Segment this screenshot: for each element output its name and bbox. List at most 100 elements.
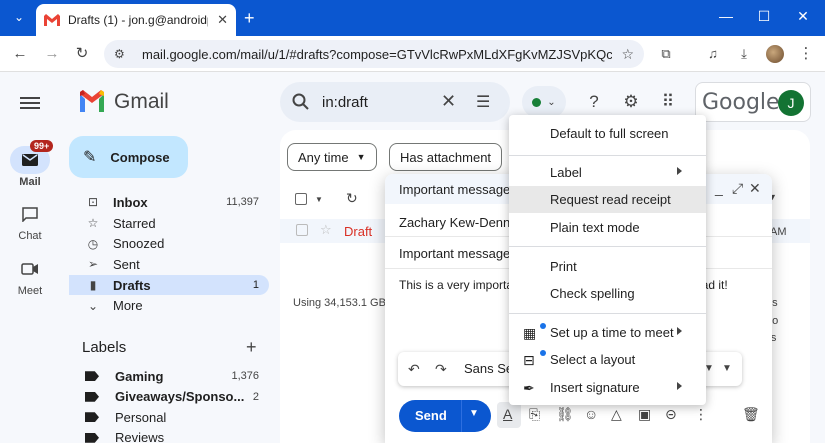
label-tag-icon: [85, 432, 99, 443]
discard-trash-icon[interactable]: 🗑: [742, 406, 760, 423]
downloads-icon[interactable]: ⤓: [735, 45, 753, 63]
window-close-icon[interactable]: ✕: [793, 8, 813, 25]
clear-search-icon[interactable]: ✕: [441, 91, 456, 112]
label-tag-icon: [85, 371, 99, 382]
label-item[interactable]: Reviews: [69, 428, 269, 443]
send-button[interactable]: Send ▼: [399, 400, 491, 432]
calendar-icon: ▦: [523, 325, 537, 341]
forward-arrow-icon[interactable]: →: [42, 44, 62, 64]
label-item[interactable]: Giveaways/Sponso... 2: [69, 387, 269, 408]
menu-item-full-screen[interactable]: Default to full screen: [509, 120, 706, 147]
settings-gear-icon[interactable]: ⚙: [621, 92, 641, 112]
insert-link-icon[interactable]: ⛓: [556, 406, 574, 423]
confidential-lock-icon[interactable]: ⊝: [665, 406, 677, 423]
google-account-box[interactable]: Google J: [695, 82, 811, 122]
menu-item-label-submenu[interactable]: Label: [509, 159, 706, 186]
browser-tab[interactable]: Drafts (1) - jon.g@androidpolic ✕: [36, 4, 236, 36]
menu-item-print[interactable]: Print: [509, 253, 706, 280]
menu-item-select-layout[interactable]: ⊟ Select a layout: [509, 346, 706, 373]
more-options-kebab-icon[interactable]: ⋮: [694, 406, 708, 423]
folder-label: Snoozed: [113, 236, 165, 252]
more-options-menu: Default to full screen Label Request rea…: [509, 115, 706, 405]
folder-inbox[interactable]: ⊡ Inbox 11,397: [69, 192, 269, 213]
rail-meet[interactable]: Meet: [8, 255, 52, 297]
menu-item-plain-text-mode[interactable]: Plain text mode: [509, 214, 706, 241]
filter-any-time[interactable]: Any time ▼: [287, 143, 377, 171]
folder-count: 11,397: [226, 196, 259, 209]
status-indicator[interactable]: ⌄: [522, 86, 566, 118]
media-control-icon[interactable]: ♫: [704, 45, 722, 63]
recipient-field[interactable]: Zachary Kew-Dennis: [399, 215, 520, 230]
insert-photo-icon[interactable]: ▣: [638, 406, 651, 423]
status-active-dot: [532, 97, 542, 107]
close-compose-icon[interactable]: ✕: [749, 180, 761, 197]
folder-sent[interactable]: ➢ Sent: [69, 254, 269, 275]
label-item[interactable]: Personal: [69, 407, 269, 428]
extensions-puzzle-icon[interactable]: ⧉: [657, 45, 675, 63]
menu-item-insert-signature[interactable]: ✒ Insert signature: [509, 374, 706, 401]
minimize-compose-icon[interactable]: _: [715, 180, 723, 196]
new-tab-button[interactable]: +: [244, 8, 255, 28]
browser-menu-kebab-icon[interactable]: ⋮: [797, 45, 815, 63]
compose-button[interactable]: ✎ Compose: [69, 136, 188, 178]
submenu-arrow-icon: [677, 167, 682, 175]
redo-icon[interactable]: ↷: [435, 361, 447, 378]
label-count: 2: [252, 390, 259, 403]
emoji-icon[interactable]: ☺: [584, 406, 598, 422]
minimize-icon[interactable]: —: [716, 8, 736, 24]
undo-icon[interactable]: ↶: [408, 361, 420, 378]
select-all-checkbox[interactable]: [295, 193, 307, 205]
bookmark-star-icon[interactable]: ☆: [621, 46, 634, 63]
schedule-send-caret-icon[interactable]: ▼: [469, 408, 479, 419]
account-avatar[interactable]: J: [778, 90, 804, 116]
row-star-icon[interactable]: ☆: [320, 222, 332, 238]
drive-icon[interactable]: △: [611, 406, 622, 423]
menu-item-label: Request read receipt: [550, 192, 671, 207]
add-label-plus-icon[interactable]: +: [246, 337, 257, 358]
body-text-start[interactable]: This is a very importar: [399, 278, 517, 292]
folder-snoozed[interactable]: ◷ Snoozed: [69, 233, 269, 254]
filter-has-attachment[interactable]: Has attachment: [389, 143, 503, 171]
menu-item-label: Plain text mode: [550, 220, 640, 235]
subject-field[interactable]: Important message!: [399, 246, 514, 261]
browser-profile-avatar[interactable]: [766, 45, 784, 63]
back-arrow-icon[interactable]: ←: [10, 44, 30, 64]
menu-item-set-up-meeting[interactable]: ▦ Set up a time to meet: [509, 319, 706, 346]
layout-icon: ⊟: [523, 352, 535, 368]
rail-chat[interactable]: Chat: [8, 200, 52, 242]
select-dropdown-icon[interactable]: ▼: [315, 195, 323, 204]
rail-mail[interactable]: 99+ Mail: [8, 140, 54, 188]
search-input[interactable]: in:draft: [322, 94, 368, 111]
label-item[interactable]: Gaming 1,376: [69, 366, 269, 387]
folder-label: Sent: [113, 256, 140, 272]
expand-compose-icon[interactable]: ⤢: [732, 180, 743, 197]
folder-drafts[interactable]: ▮ Drafts 1: [69, 274, 269, 296]
signature-pen-icon: ✒: [523, 380, 535, 396]
text-format-icon[interactable]: A: [503, 406, 512, 422]
search-options-icon[interactable]: ☰: [476, 92, 490, 112]
menu-item-request-read-receipt[interactable]: Request read receipt: [509, 186, 706, 213]
folder-more[interactable]: ⌄ More: [69, 295, 269, 316]
menu-item-label: Insert signature: [550, 380, 640, 395]
format-options-caret-icon[interactable]: ▼: [722, 363, 732, 374]
menu-divider: [509, 246, 706, 247]
tab-search-chevron-icon[interactable]: ⌄: [8, 6, 30, 28]
apps-grid-icon[interactable]: ⠿: [658, 92, 678, 112]
tab-close-icon[interactable]: ✕: [217, 12, 228, 28]
row-checkbox[interactable]: [296, 224, 308, 236]
mail-search-bar[interactable]: in:draft ✕ ☰: [280, 82, 510, 122]
reload-icon[interactable]: ↻: [72, 44, 92, 64]
labels-heading: Labels: [82, 339, 127, 356]
menu-item-check-spelling[interactable]: Check spelling: [509, 280, 706, 307]
font-select[interactable]: Sans Se: [464, 361, 513, 376]
site-settings-icon[interactable]: ⚙: [114, 47, 130, 61]
label-list: Gaming 1,376 Giveaways/Sponso... 2 Perso…: [69, 366, 269, 443]
help-icon[interactable]: ?: [584, 92, 604, 112]
maximize-icon[interactable]: ☐: [754, 8, 774, 25]
refresh-icon[interactable]: ↻: [346, 190, 358, 207]
attach-paperclip-icon[interactable]: ⎘: [529, 406, 540, 423]
main-menu-hamburger-icon[interactable]: [20, 94, 40, 110]
gmail-logo-icon[interactable]: [78, 90, 106, 112]
folder-starred[interactable]: ☆ Starred: [69, 213, 269, 234]
address-bar[interactable]: ⚙ mail.google.com/mail/u/1/#drafts?compo…: [104, 40, 644, 68]
